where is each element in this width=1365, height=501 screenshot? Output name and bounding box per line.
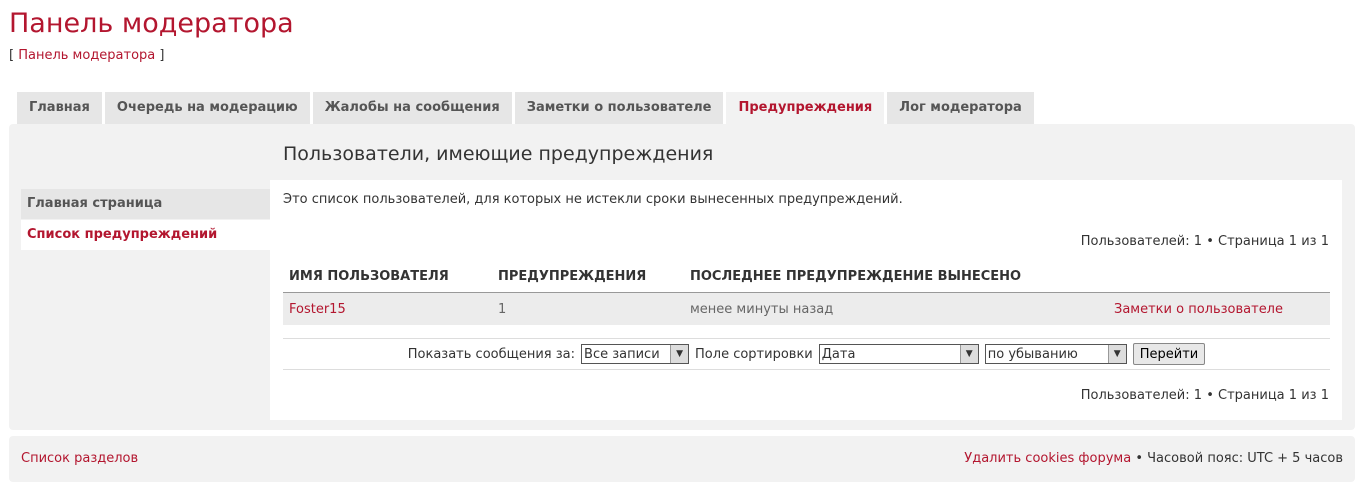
table-row: Foster15 1 менее минуты назад Заметки о … bbox=[283, 292, 1330, 325]
column-header-actions bbox=[1108, 260, 1330, 293]
column-header-last-warning[interactable]: Последнее предупреждение вынесено bbox=[684, 260, 1108, 293]
tab-user-notes[interactable]: Заметки о пользователе bbox=[514, 92, 724, 124]
timezone-text: Часовой пояс: UTC + 5 часов bbox=[1147, 451, 1343, 466]
show-label: Показать сообщения за: bbox=[407, 346, 576, 362]
footer: Список разделов Удалить cookies форума •… bbox=[9, 436, 1355, 482]
last-warning-time: менее минуты назад bbox=[684, 292, 1108, 325]
page-of: из bbox=[1301, 234, 1317, 249]
users-count: Пользователей: 1 bbox=[1080, 388, 1203, 403]
warnings-table: Имя пользователя Предупреждения Последне… bbox=[283, 260, 1330, 325]
user-notes-link[interactable]: Заметки о пользователе bbox=[1114, 302, 1283, 317]
section-title: Пользователи, имеющие предупреждения bbox=[283, 143, 714, 165]
bullet: • bbox=[1206, 234, 1214, 249]
page-total: 1 bbox=[1320, 388, 1329, 403]
sort-order-select[interactable]: по убыванию ▼ bbox=[984, 344, 1127, 364]
tab-reports[interactable]: Жалобы на сообщения bbox=[312, 92, 512, 124]
bullet: • bbox=[1135, 451, 1143, 466]
tab-main[interactable]: Главная bbox=[17, 92, 102, 124]
page-current: 1 bbox=[1288, 388, 1298, 403]
delete-cookies-link[interactable]: Удалить cookies форума bbox=[964, 451, 1131, 466]
tab-mod-log[interactable]: Лог модератора bbox=[887, 92, 1034, 124]
footer-right: Удалить cookies форума • Часовой пояс: U… bbox=[964, 451, 1343, 466]
sort-order-value: по убыванию bbox=[987, 346, 1078, 362]
breadcrumb-open: [ bbox=[9, 48, 15, 63]
breadcrumb-link[interactable]: Панель модератора bbox=[18, 48, 155, 63]
forum-index-link[interactable]: Список разделов bbox=[21, 451, 138, 466]
column-header-warnings[interactable]: Предупреждения bbox=[492, 260, 684, 293]
sort-field-value: Дата bbox=[821, 346, 856, 362]
page-title: Панель модератора bbox=[9, 8, 294, 39]
notes-cell: Заметки о пользователе bbox=[1108, 292, 1330, 325]
sort-label: Поле сортировки bbox=[695, 346, 813, 362]
show-period-value: Все записи bbox=[584, 346, 660, 362]
chevron-down-icon: ▼ bbox=[670, 345, 689, 363]
content-box: Это список пользователей, для которых не… bbox=[270, 180, 1342, 420]
page-total: 1 bbox=[1320, 234, 1329, 249]
username-cell: Foster15 bbox=[283, 292, 492, 325]
sidebar: Главная страница Список предупреждений bbox=[21, 189, 271, 251]
main-panel: Главная страница Список предупреждений П… bbox=[9, 124, 1355, 430]
breadcrumb-close: ] bbox=[159, 48, 165, 63]
breadcrumb: [ Панель модератора ] bbox=[9, 48, 165, 63]
column-header-username[interactable]: Имя пользователя bbox=[283, 260, 492, 293]
intro-text: Это список пользователей, для которых не… bbox=[283, 192, 903, 207]
chevron-down-icon: ▼ bbox=[959, 345, 978, 363]
pagination-bottom: Пользователей: 1 • Страница 1 из 1 bbox=[1081, 388, 1329, 403]
page-of: из bbox=[1301, 388, 1317, 403]
sort-filter-bar: Показать сообщения за: Все записи ▼ Поле… bbox=[283, 338, 1330, 370]
page-current: 1 bbox=[1288, 234, 1298, 249]
go-button[interactable]: Перейти bbox=[1132, 343, 1206, 365]
tab-queue[interactable]: Очередь на модерацию bbox=[104, 92, 310, 124]
bullet: • bbox=[1206, 388, 1214, 403]
sort-field-select[interactable]: Дата ▼ bbox=[818, 344, 979, 364]
pagination-top: Пользователей: 1 • Страница 1 из 1 bbox=[1081, 234, 1329, 249]
tab-bar: Главная Очередь на модерацию Жалобы на с… bbox=[17, 92, 1037, 124]
warnings-count: 1 bbox=[492, 292, 684, 325]
table-header-row: Имя пользователя Предупреждения Последне… bbox=[283, 260, 1330, 293]
show-period-select[interactable]: Все записи ▼ bbox=[581, 344, 690, 364]
username-link[interactable]: Foster15 bbox=[289, 302, 346, 317]
tab-warnings[interactable]: Предупреждения bbox=[726, 92, 885, 124]
page-label: Страница bbox=[1218, 388, 1285, 403]
sidebar-item-main-page[interactable]: Главная страница bbox=[21, 189, 271, 219]
chevron-down-icon: ▼ bbox=[1107, 345, 1126, 363]
page-label: Страница bbox=[1218, 234, 1285, 249]
sidebar-item-warnings-list[interactable]: Список предупреждений bbox=[21, 220, 271, 250]
users-count: Пользователей: 1 bbox=[1080, 234, 1203, 249]
